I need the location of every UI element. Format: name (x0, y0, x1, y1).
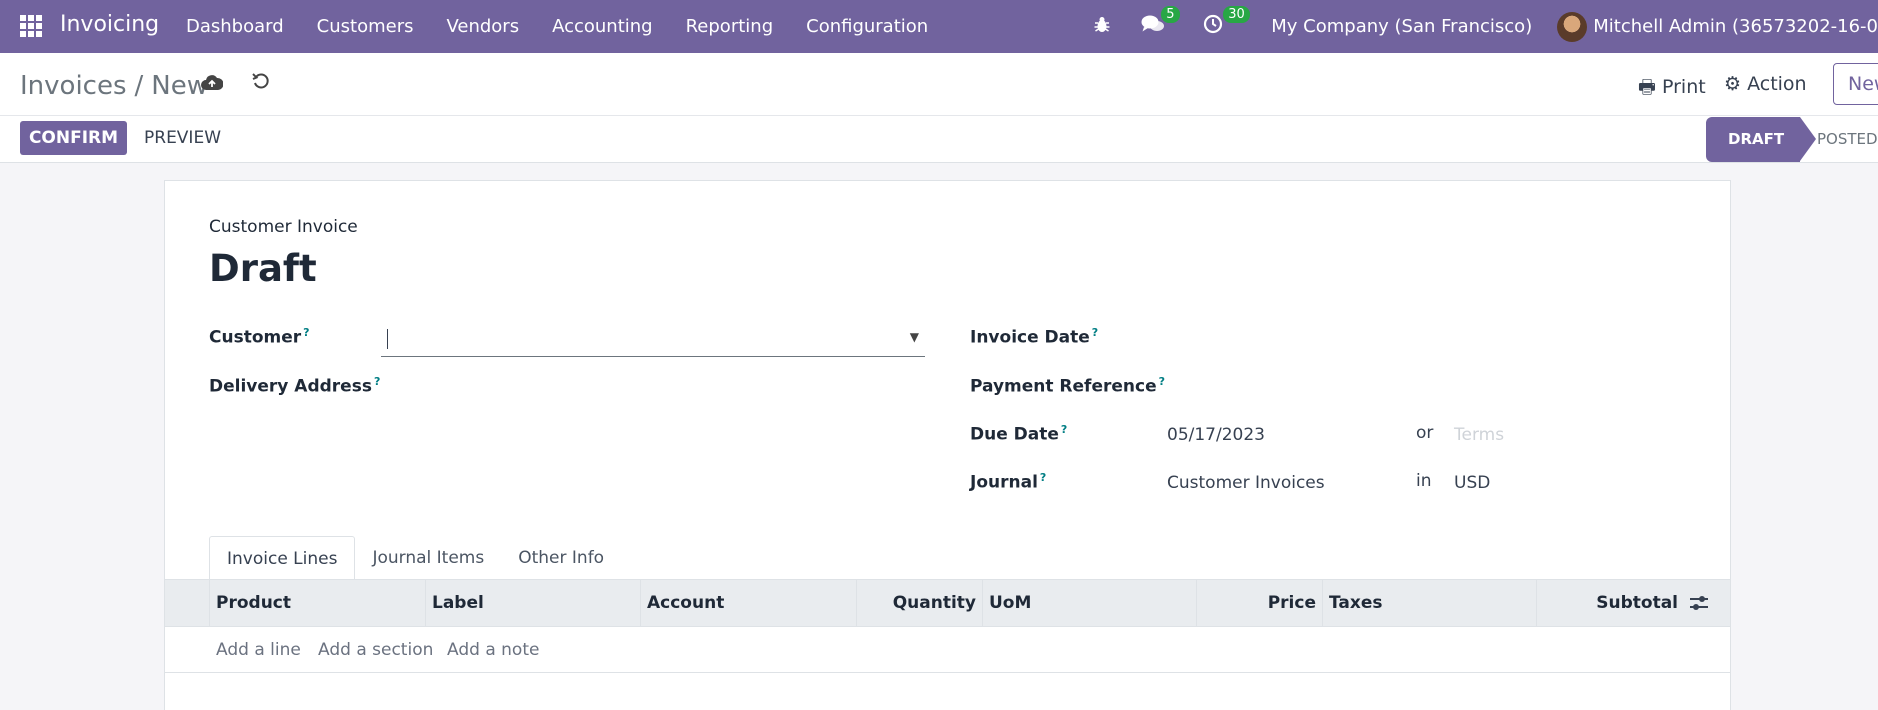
messages-badge: 5 (1161, 6, 1180, 23)
invoice-lines-header: Product Label Account Quantity UoM Price… (165, 579, 1730, 627)
menu-customers[interactable]: Customers (317, 16, 414, 37)
delivery-address-label: Delivery Address? (209, 375, 381, 397)
menu-configuration[interactable]: Configuration (806, 16, 928, 37)
add-line-row: Add a line Add a section Add a note (165, 627, 1730, 673)
menu-dashboard[interactable]: Dashboard (186, 16, 284, 37)
main-menu: Dashboard Customers Vendors Accounting R… (186, 0, 961, 53)
control-panel: Invoices/New 🖶 Print ⚙ Action New CONFIR… (0, 53, 1878, 163)
invoice-date-label: Invoice Date? (970, 326, 1099, 348)
breadcrumb-current: New (151, 71, 208, 101)
activities-clock-icon[interactable]: 30 (1203, 6, 1250, 39)
debug-bug-icon[interactable] (1093, 15, 1111, 39)
tab-journal-items[interactable]: Journal Items (355, 536, 501, 580)
col-price[interactable]: Price (1196, 580, 1322, 627)
print-label: Print (1661, 76, 1706, 98)
apps-grid-icon[interactable] (20, 15, 42, 37)
action-label: Action (1747, 73, 1807, 95)
print-button[interactable]: 🖶 Print (1638, 73, 1706, 105)
add-line-link[interactable]: Add a line (216, 640, 301, 660)
discard-undo-icon[interactable] (251, 71, 271, 97)
col-subtotal[interactable]: Subtotal (1536, 580, 1684, 627)
in-text: in (1416, 471, 1432, 491)
navbar-right: 5 30 My Company (San Francisco) Mitchell… (1093, 0, 1878, 53)
journal-field[interactable]: Customer Invoices (1167, 473, 1325, 493)
column-settings-icon[interactable] (1689, 594, 1709, 617)
breadcrumb-invoices[interactable]: Invoices (20, 71, 127, 101)
breadcrumb-separator: / (134, 71, 144, 101)
payment-terms-field[interactable]: Terms (1454, 425, 1504, 445)
document-type: Customer Invoice (209, 217, 358, 237)
user-avatar[interactable] (1557, 11, 1588, 42)
control-divider (0, 115, 1878, 116)
new-button[interactable]: New (1833, 63, 1878, 105)
col-quantity[interactable]: Quantity (856, 580, 982, 627)
or-text: or (1416, 423, 1434, 443)
due-date-label: Due Date? (970, 423, 1068, 445)
help-icon[interactable]: ? (1061, 423, 1067, 436)
preview-button[interactable]: PREVIEW (144, 121, 221, 155)
menu-reporting[interactable]: Reporting (686, 16, 774, 37)
add-note-link[interactable]: Add a note (447, 640, 539, 660)
customer-input[interactable]: ▼ (381, 323, 925, 357)
currency-field[interactable]: USD (1454, 473, 1490, 493)
status-posted[interactable]: POSTED (1817, 117, 1878, 162)
messages-icon[interactable]: 5 (1141, 6, 1180, 39)
activities-badge: 30 (1223, 6, 1250, 23)
top-navbar: Invoicing Dashboard Customers Vendors Ac… (0, 0, 1878, 53)
journal-label: Journal? (970, 471, 1047, 493)
notebook-tabs: Invoice Lines Journal Items Other Info (209, 536, 621, 580)
invoice-title: Draft (209, 247, 317, 290)
gear-icon: ⚙ (1724, 73, 1742, 95)
printer-icon: 🖶 (1638, 76, 1656, 98)
menu-vendors[interactable]: Vendors (446, 16, 519, 37)
payment-reference-label: Payment Reference? (970, 375, 1165, 397)
user-menu[interactable]: Mitchell Admin (36573202-16-0 (1593, 16, 1878, 37)
col-uom[interactable]: UoM (982, 580, 1196, 627)
status-draft[interactable]: DRAFT (1706, 117, 1816, 162)
customer-label: Customer? (209, 326, 310, 348)
action-button[interactable]: ⚙ Action (1724, 73, 1807, 95)
help-icon[interactable]: ? (1040, 471, 1046, 484)
add-section-link[interactable]: Add a section (318, 640, 433, 660)
menu-accounting[interactable]: Accounting (552, 16, 653, 37)
confirm-button[interactable]: CONFIRM (20, 121, 127, 155)
col-account[interactable]: Account (640, 580, 856, 627)
app-title[interactable]: Invoicing (60, 12, 159, 37)
help-icon[interactable]: ? (1092, 326, 1098, 339)
tab-other-info[interactable]: Other Info (501, 536, 621, 580)
breadcrumb: Invoices / New (20, 71, 208, 101)
dropdown-caret-icon[interactable]: ▼ (910, 330, 919, 344)
help-icon[interactable]: ? (1159, 375, 1165, 388)
invoice-form-sheet: Customer Invoice Draft Customer? ▼ Deliv… (164, 180, 1731, 710)
text-caret (387, 329, 388, 349)
tab-invoice-lines[interactable]: Invoice Lines (209, 536, 356, 580)
help-icon[interactable]: ? (374, 375, 380, 388)
col-label[interactable]: Label (425, 580, 640, 627)
col-taxes[interactable]: Taxes (1322, 580, 1536, 627)
col-product[interactable]: Product (209, 580, 425, 627)
help-icon[interactable]: ? (303, 326, 309, 339)
save-cloud-icon[interactable] (201, 73, 224, 97)
due-date-field[interactable]: 05/17/2023 (1167, 425, 1265, 445)
company-switcher[interactable]: My Company (San Francisco) (1271, 16, 1532, 37)
